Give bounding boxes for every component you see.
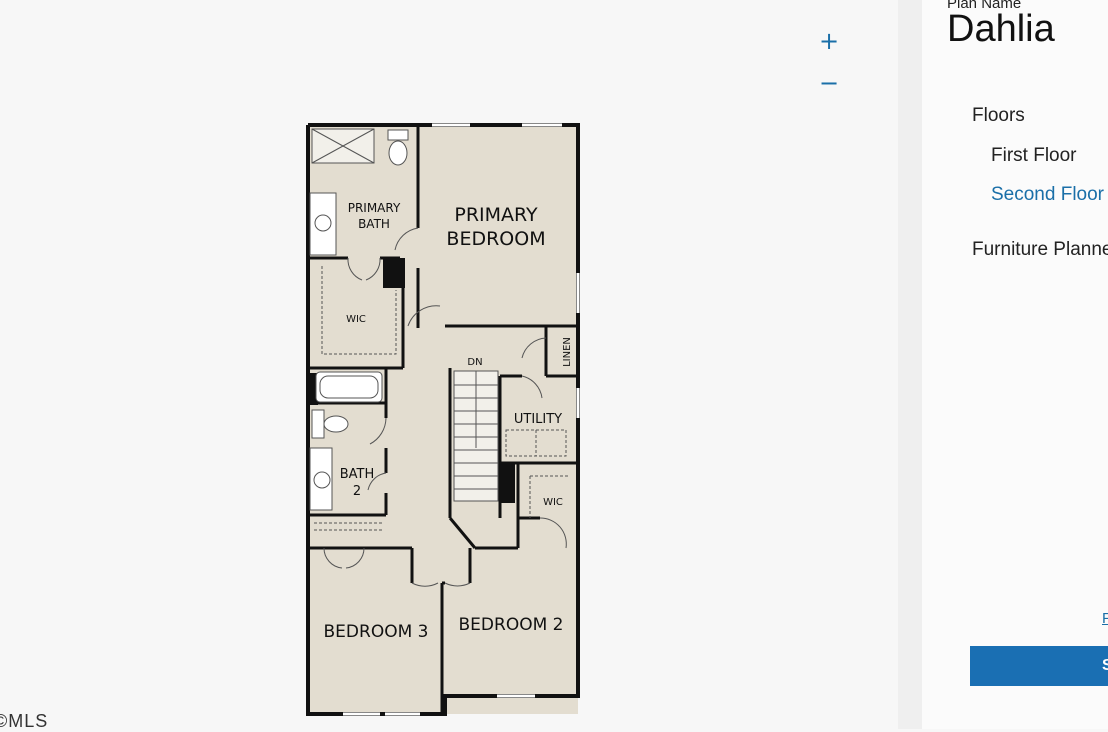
sidebar-link[interactable]: F: [1102, 610, 1108, 627]
staircase: [453, 370, 499, 502]
room-label-primary-bath: BATH: [358, 217, 390, 231]
plan-name-title: Dahlia: [947, 8, 1055, 50]
floorplan-svg: PRIMARY BEDROOM PRIMARY BATH WIC DN LINE…: [306, 123, 580, 716]
room-label-wic: WIC: [346, 314, 366, 325]
floorplan-viewer[interactable]: + − PRIMARY BEDROOM PRIMARY BATH WIC DN …: [0, 0, 898, 731]
nav-second-floor[interactable]: Second Floor: [991, 184, 1104, 206]
room-label-wic-2: WIC: [543, 497, 563, 508]
room-label-bath-2: 2: [353, 484, 361, 499]
panel-divider: [898, 0, 922, 729]
zoom-out-icon[interactable]: −: [816, 70, 842, 96]
nav-furniture-planner[interactable]: Furniture Planne: [972, 239, 1108, 261]
room-label-bedroom-2: BEDROOM 2: [459, 615, 564, 635]
plan-sidebar: Plan Name Dahlia Floors First Floor Seco…: [922, 0, 1108, 729]
column-block: [500, 463, 515, 503]
floors-heading: Floors: [972, 105, 1025, 126]
room-label-linen: LINEN: [562, 337, 573, 367]
zoom-in-icon[interactable]: +: [816, 28, 842, 54]
tub-fixture: [315, 371, 383, 403]
stairs-down-label: DN: [467, 357, 482, 368]
floorplan-drawing: PRIMARY BEDROOM PRIMARY BATH WIC DN LINE…: [300, 118, 590, 723]
room-label-utility: UTILITY: [514, 412, 562, 427]
column-block: [383, 258, 405, 288]
nav-first-floor[interactable]: First Floor: [991, 145, 1077, 167]
room-label-bedroom-3: BEDROOM 3: [324, 622, 429, 642]
room-label-primary-bedroom: PRIMARY: [454, 204, 538, 226]
sidebar-action-button[interactable]: S: [970, 646, 1108, 686]
shower-fixture: [311, 128, 375, 164]
room-label-primary-bedroom: BEDROOM: [446, 228, 545, 250]
room-label-bath-2: BATH: [340, 467, 375, 482]
room-label-primary-bath: PRIMARY: [348, 201, 401, 215]
